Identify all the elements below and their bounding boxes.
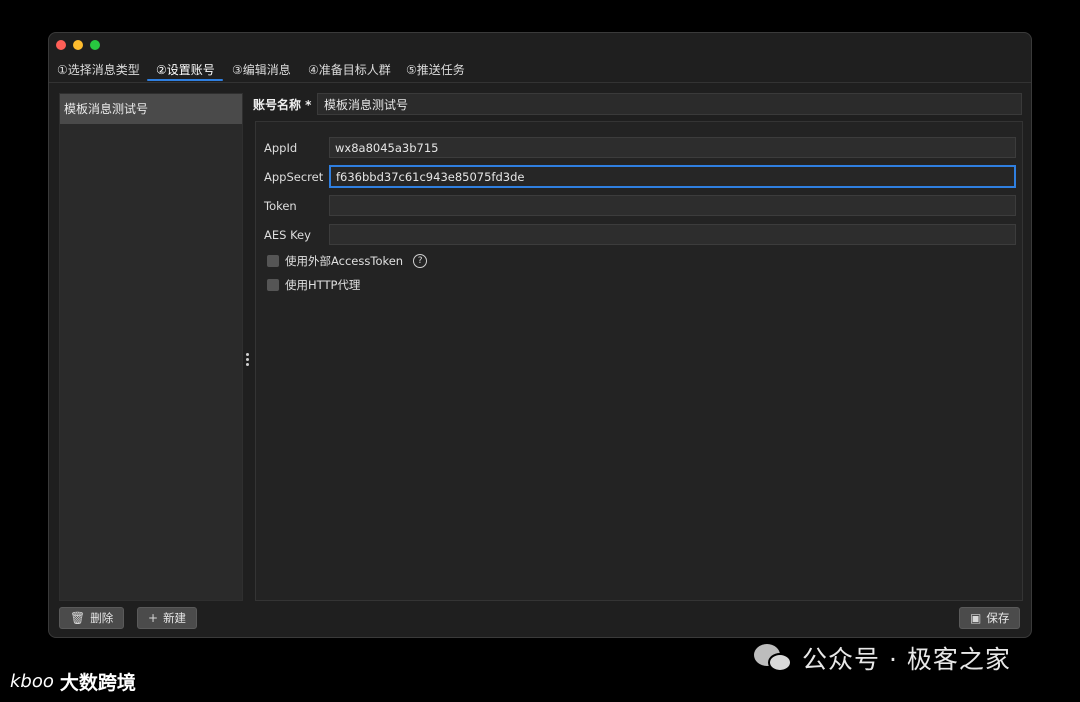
appid-input[interactable] bbox=[329, 137, 1016, 158]
save-button-label: 保存 bbox=[986, 611, 1010, 625]
help-icon[interactable]: ? bbox=[413, 254, 428, 268]
brand-text: 大数跨境 bbox=[59, 672, 136, 694]
plus-icon: + bbox=[148, 611, 159, 625]
appsecret-label: AppSecret bbox=[264, 170, 324, 184]
appsecret-input[interactable] bbox=[329, 165, 1016, 188]
delete-button-label: 删除 bbox=[90, 611, 114, 625]
delete-button[interactable]: 🗑 删除 bbox=[59, 607, 125, 629]
aes-key-label: AES Key bbox=[264, 228, 311, 242]
account-settings-panel: AppId AppSecret Token AES Key 使用外部Access… bbox=[255, 121, 1023, 601]
http-proxy-checkbox[interactable] bbox=[267, 279, 279, 291]
wechat-icon bbox=[752, 641, 794, 675]
tab-setup-account[interactable]: ②设置账号 bbox=[156, 61, 215, 78]
zoom-window-button[interactable] bbox=[90, 40, 100, 50]
account-name-input[interactable] bbox=[317, 93, 1022, 115]
external-token-option: 使用外部AccessToken ? bbox=[267, 253, 428, 269]
title-bar bbox=[49, 33, 1031, 55]
tab-push-task[interactable]: ⑤推送任务 bbox=[406, 61, 465, 78]
splitter-handle[interactable] bbox=[246, 353, 250, 369]
minimize-window-button[interactable] bbox=[73, 40, 83, 50]
new-button-label: 新建 bbox=[163, 611, 187, 625]
close-window-button[interactable] bbox=[56, 40, 66, 50]
account-list: 模板消息测试号 bbox=[59, 93, 243, 601]
appid-label: AppId bbox=[264, 141, 298, 155]
brand-logo: kboo bbox=[10, 671, 54, 692]
tab-edit-message[interactable]: ③编辑消息 bbox=[232, 61, 291, 78]
http-proxy-option: 使用HTTP代理 bbox=[267, 277, 360, 293]
watermark-wechat: 公众号 · 极客之家 bbox=[752, 640, 1011, 676]
account-name-row: 账号名称 * bbox=[253, 93, 1023, 115]
tab-select-message-type[interactable]: ①选择消息类型 bbox=[57, 61, 140, 78]
save-icon: ▣ bbox=[970, 611, 982, 625]
tab-prepare-audience[interactable]: ④准备目标人群 bbox=[308, 61, 391, 78]
token-label: Token bbox=[264, 199, 297, 213]
watermark-brand: kboo 大数跨境 bbox=[10, 668, 136, 695]
app-window: ①选择消息类型 ②设置账号 ③编辑消息 ④准备目标人群 ⑤推送任务 模板消息测试… bbox=[48, 32, 1032, 638]
trash-icon: 🗑 bbox=[70, 611, 86, 625]
save-button[interactable]: ▣ 保存 bbox=[959, 607, 1021, 629]
account-name-label: 账号名称 * bbox=[253, 98, 312, 112]
step-tabs: ①选择消息类型 ②设置账号 ③编辑消息 ④准备目标人群 ⑤推送任务 bbox=[49, 57, 1031, 83]
new-button[interactable]: + 新建 bbox=[137, 607, 198, 629]
http-proxy-label: 使用HTTP代理 bbox=[285, 278, 361, 292]
account-list-item[interactable]: 模板消息测试号 bbox=[60, 94, 242, 124]
external-token-checkbox[interactable] bbox=[267, 255, 279, 267]
external-token-label: 使用外部AccessToken bbox=[285, 254, 404, 268]
token-input[interactable] bbox=[329, 195, 1016, 216]
active-tab-indicator bbox=[147, 79, 223, 81]
aes-key-input[interactable] bbox=[329, 224, 1016, 245]
wechat-account-text: 公众号 · 极客之家 bbox=[802, 645, 1011, 674]
